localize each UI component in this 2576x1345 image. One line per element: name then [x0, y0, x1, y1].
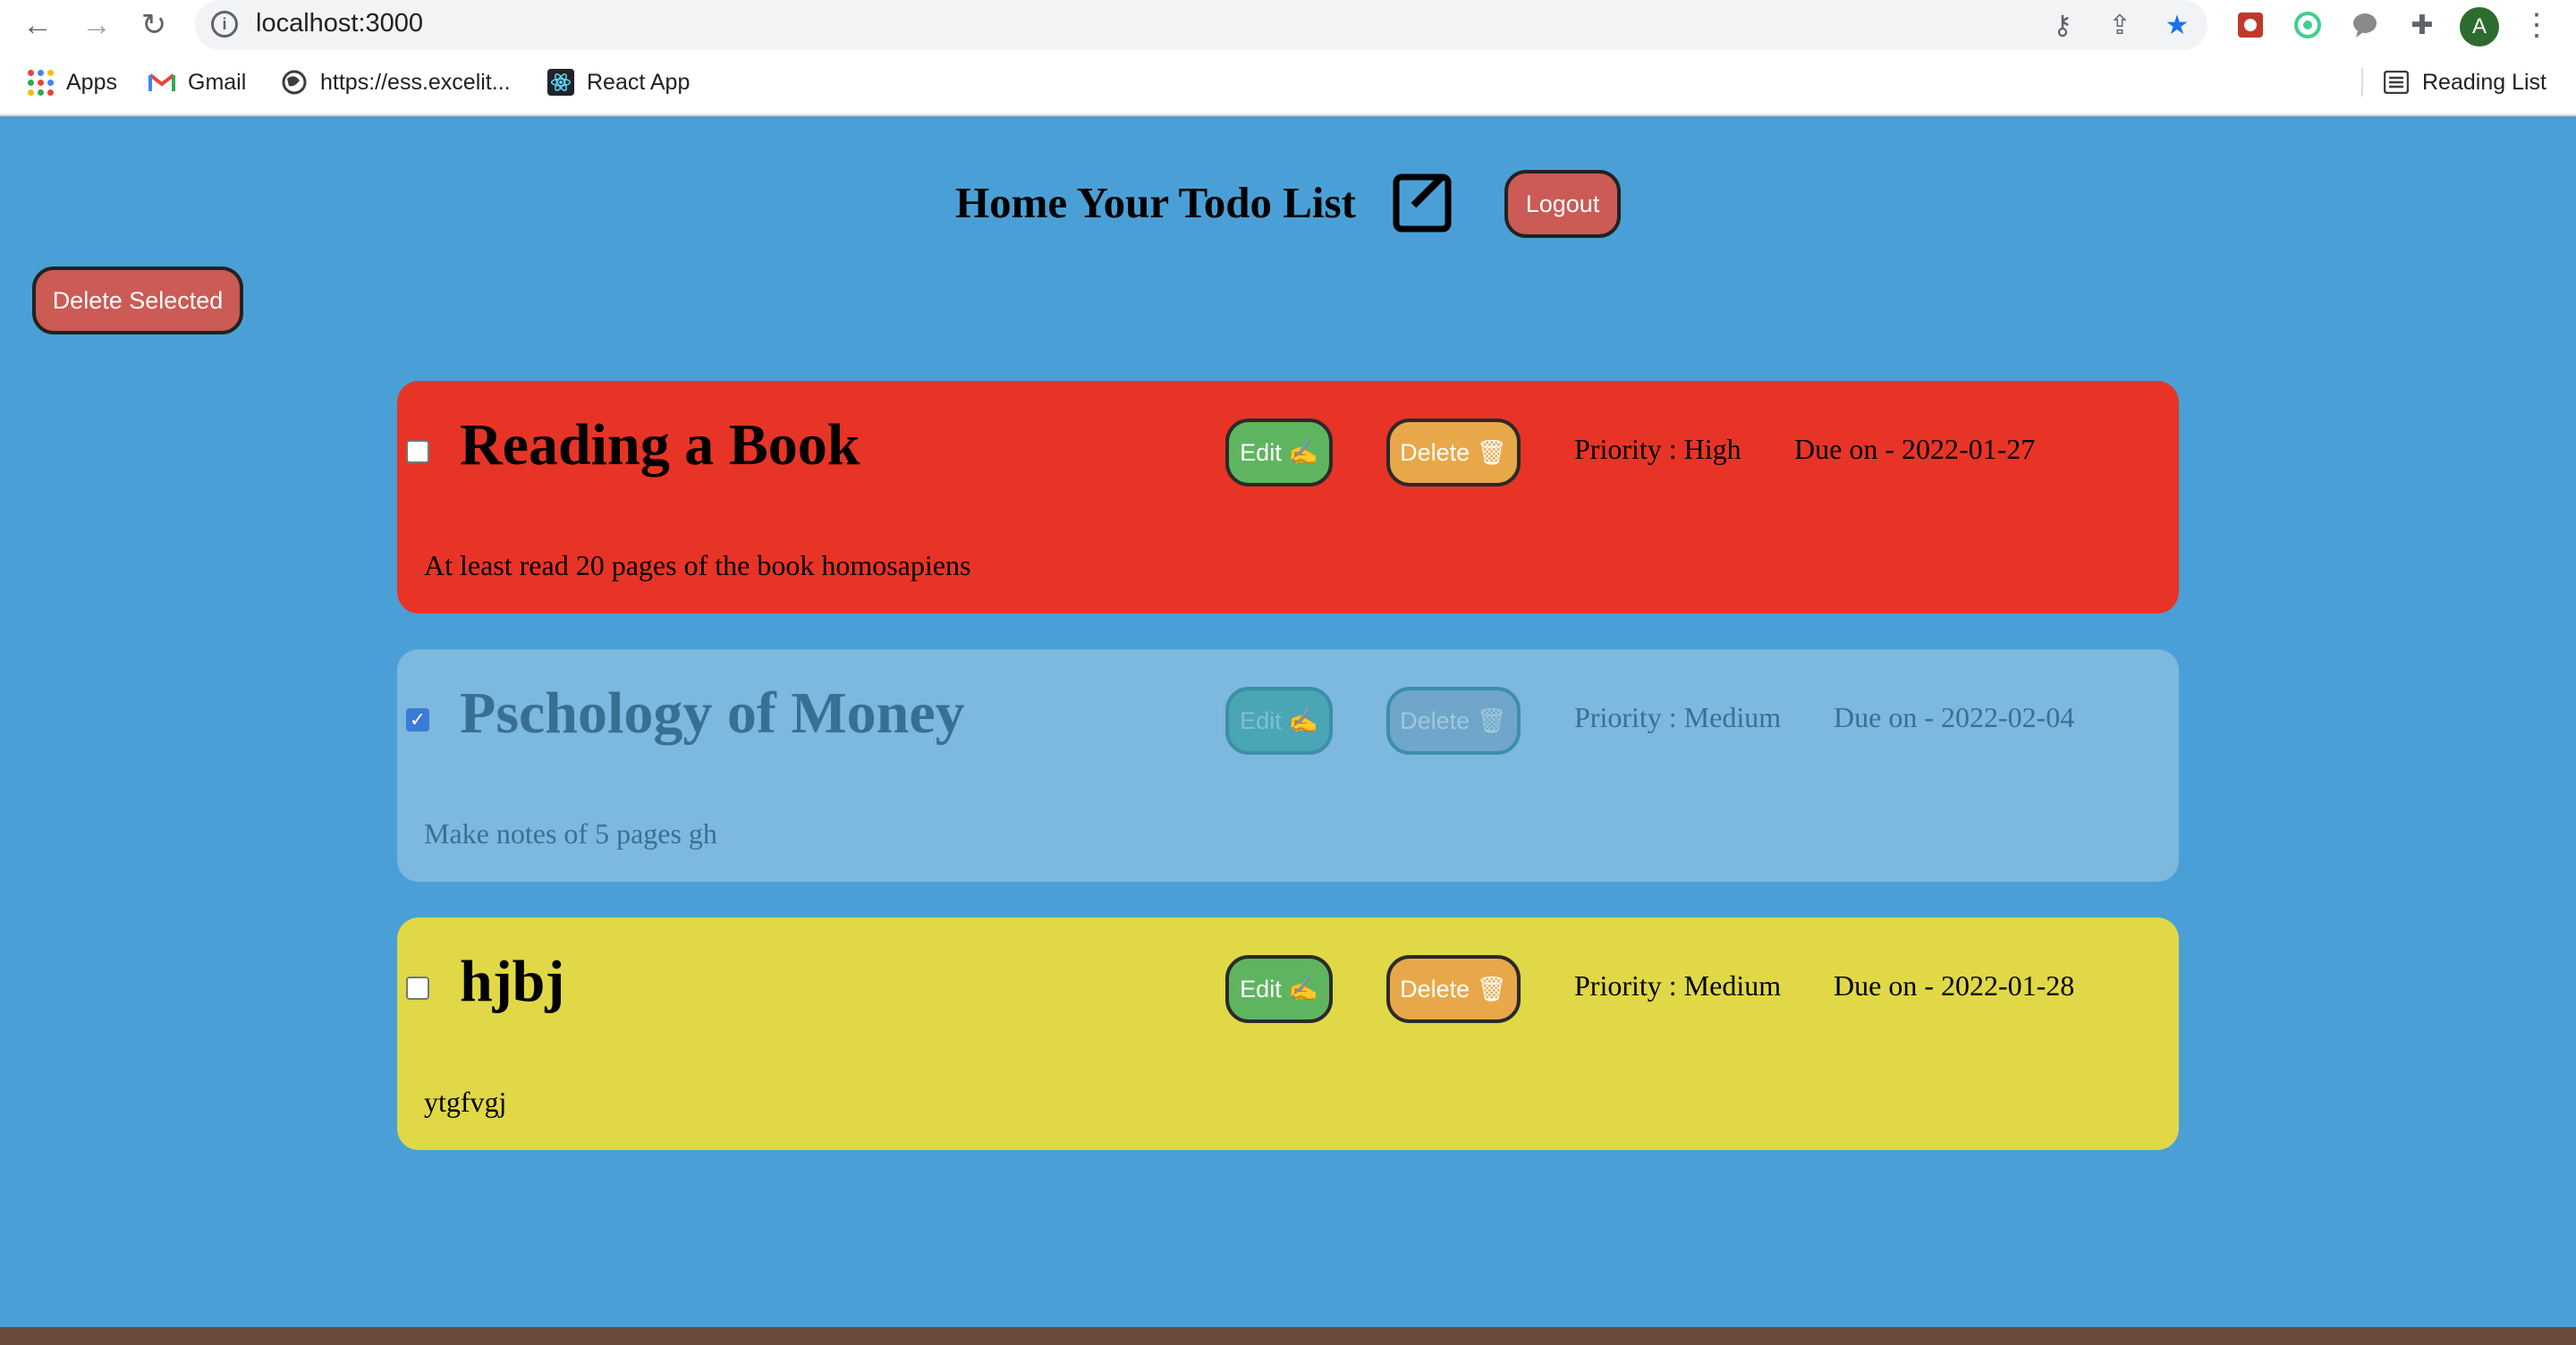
- react-icon: [547, 69, 574, 96]
- todo-due-date: Due on - 2022-02-04: [1834, 701, 2075, 733]
- todo-description: ytgfvgj: [424, 1086, 507, 1118]
- address-url[interactable]: localhost:3000: [256, 9, 423, 38]
- edit-button[interactable]: Edit ✍: [1225, 687, 1333, 755]
- todo-priority: Priority : Medium: [1574, 701, 1782, 733]
- globe-icon: [281, 69, 308, 96]
- forward-icon[interactable]: →: [79, 7, 114, 43]
- delete-button[interactable]: Delete 🗑: [1386, 687, 1521, 755]
- bookmark-label: React App: [587, 69, 691, 95]
- desktop-dock-strip: [0, 1327, 2576, 1345]
- extension-red-icon[interactable]: [2233, 7, 2268, 43]
- todo-description: Make notes of 5 pages gh: [424, 817, 717, 850]
- browser-toolbar: ← → ↻ i localhost:3000 ⚷ ⇪ ★ ✚ A ⋮: [0, 0, 2576, 50]
- todo-due-date: Due on - 2022-01-28: [1834, 969, 2075, 1002]
- reload-icon[interactable]: ↻: [136, 7, 172, 43]
- extensions-puzzle-icon[interactable]: ✚: [2404, 7, 2440, 43]
- apps-grid-icon: [27, 69, 54, 96]
- todo-description: At least read 20 pages of the book homos…: [424, 549, 971, 581]
- bookmark-ess[interactable]: https://ess.excelit...: [281, 66, 511, 98]
- extension-green-icon[interactable]: [2290, 7, 2326, 43]
- delete-button[interactable]: Delete 🗑: [1386, 955, 1521, 1023]
- todo-title: Reading a Book: [460, 412, 860, 478]
- delete-button[interactable]: Delete 🗑: [1386, 419, 1521, 486]
- todo-due-date: Due on - 2022-01-27: [1794, 433, 2036, 465]
- bookmark-react-app[interactable]: React App: [547, 66, 690, 98]
- todo-card: ✓ Pschology of Money Edit ✍ Delete 🗑 Pri…: [397, 649, 2179, 882]
- todo-checkbox[interactable]: [406, 977, 429, 1000]
- bookmark-label: Gmail: [188, 69, 247, 95]
- share-icon[interactable]: ⇪: [2104, 9, 2136, 41]
- profile-avatar[interactable]: A: [2460, 7, 2499, 47]
- extension-chat-icon[interactable]: [2347, 7, 2383, 43]
- bookmarks-bar: Apps Gmail https://ess.excelit... React …: [0, 57, 2576, 107]
- bookmarks-divider: [2361, 68, 2363, 97]
- todo-card: Reading a Book Edit ✍ Delete 🗑 Priority …: [397, 381, 2179, 613]
- back-icon[interactable]: ←: [20, 7, 55, 43]
- todo-checkbox[interactable]: ✓: [406, 708, 429, 732]
- todo-priority: Priority : Medium: [1574, 969, 1782, 1002]
- bookmark-label: Apps: [66, 69, 117, 95]
- bookmark-gmail[interactable]: Gmail: [148, 66, 246, 98]
- reading-list-icon: [2383, 69, 2410, 96]
- edit-button[interactable]: Edit ✍: [1225, 419, 1333, 486]
- site-info-icon[interactable]: i: [211, 11, 238, 38]
- todo-title: Pschology of Money: [460, 681, 965, 746]
- page-title: Home Your Todo List: [955, 178, 1356, 227]
- reading-list-button[interactable]: Reading List: [2383, 66, 2546, 98]
- reading-list-label: Reading List: [2422, 69, 2546, 95]
- delete-selected-button[interactable]: Delete Selected: [32, 266, 243, 334]
- address-bar[interactable]: i localhost:3000 ⚷ ⇪ ★: [195, 0, 2207, 50]
- logout-button[interactable]: Logout: [1504, 170, 1621, 238]
- key-icon[interactable]: ⚷: [2046, 9, 2079, 41]
- gmail-icon: [148, 69, 175, 96]
- todo-checkbox[interactable]: [406, 440, 429, 463]
- add-todo-icon[interactable]: [1392, 168, 1458, 234]
- todo-title: hjbj: [460, 949, 565, 1014]
- bookmark-star-icon[interactable]: ★: [2161, 9, 2193, 41]
- todo-priority: Priority : High: [1574, 433, 1741, 465]
- bookmark-label: https://ess.excelit...: [320, 69, 511, 95]
- todo-card: hjbj Edit ✍ Delete 🗑 Priority : Medium D…: [397, 918, 2179, 1150]
- browser-chrome: ← → ↻ i localhost:3000 ⚷ ⇪ ★ ✚ A ⋮ Apps …: [0, 0, 2576, 116]
- edit-button[interactable]: Edit ✍: [1225, 955, 1333, 1023]
- page-header: Home Your Todo List: [0, 161, 2576, 241]
- bookmark-apps[interactable]: Apps: [27, 66, 117, 98]
- menu-kebab-icon[interactable]: ⋮: [2519, 7, 2555, 43]
